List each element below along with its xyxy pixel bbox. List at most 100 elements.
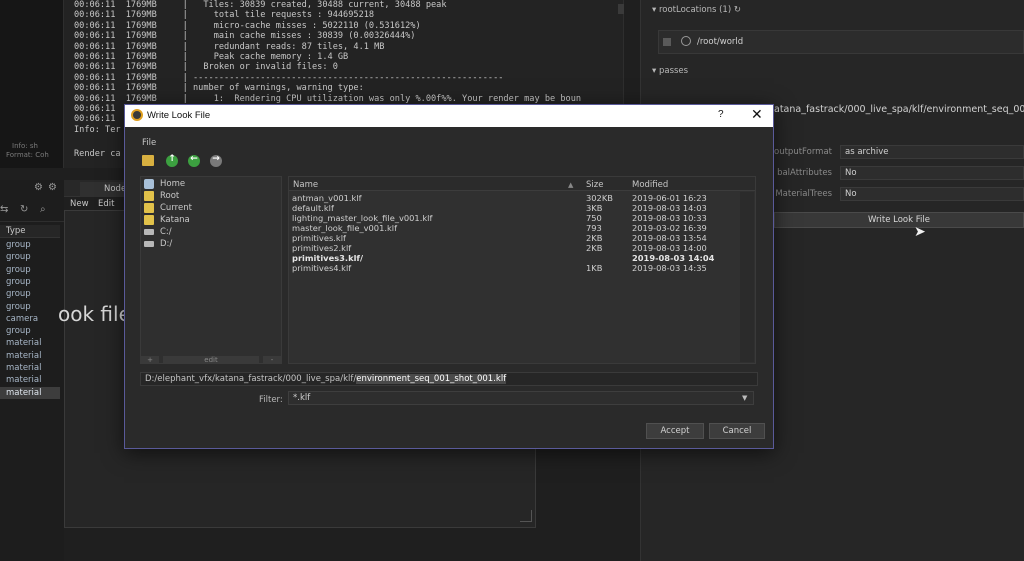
type-row[interactable]: group <box>0 264 60 276</box>
cancel-button[interactable]: Cancel <box>709 423 765 439</box>
file-row[interactable]: default.klf 3KB 2019-08-03 14:03 <box>292 203 752 213</box>
back-icon[interactable]: ← <box>188 154 200 167</box>
param-label: MaterialTrees <box>775 189 832 199</box>
settings-icon[interactable]: ⚙ <box>34 182 43 193</box>
file-list-header <box>289 177 755 191</box>
column-header-name[interactable]: Name <box>293 180 318 190</box>
place-item[interactable]: Root <box>144 190 264 202</box>
passes-label: passes <box>658 66 689 76</box>
file-modified: 2019-06-01 16:23 <box>632 193 707 203</box>
file-row[interactable]: antman_v001.klf 302KB 2019-06-01 16:23 <box>292 193 752 203</box>
log-info-line: Info: Ter <box>74 124 121 135</box>
column-header-modified[interactable]: Modified <box>632 180 668 190</box>
file-row[interactable]: master_look_file_v001.klf 793 2019-03-02 1… <box>292 223 752 233</box>
chevron-down-icon[interactable]: ▼ <box>742 394 747 402</box>
file-name: primitives2.klf <box>292 243 352 253</box>
type-row[interactable]: material <box>0 374 60 386</box>
log-line: 00:06:11 1769MB | Peak cache memory : 1.… <box>74 52 349 62</box>
forward-icon[interactable]: → <box>210 154 222 167</box>
rootlocations-header[interactable]: ▾ rootLocations (1) ↻ <box>652 4 1024 17</box>
place-item[interactable]: C:/ <box>144 226 264 238</box>
resize-handle[interactable] <box>520 510 532 522</box>
file-size: 2KB <box>586 243 603 253</box>
folder-icon <box>144 203 154 213</box>
drive-icon <box>144 229 154 235</box>
folder-icon <box>144 191 154 201</box>
rootlocation-value[interactable]: /root/world <box>697 37 743 47</box>
toolbar-icon-1[interactable]: ⇆ <box>0 204 8 215</box>
type-row[interactable]: group <box>0 276 60 288</box>
log-line: 00:06:11 1769MB | number of warnings, wa… <box>74 83 364 94</box>
up-directory-icon[interactable]: ↑ <box>166 154 178 167</box>
type-row[interactable]: group <box>0 251 60 263</box>
param-value-field[interactable]: No <box>840 187 1024 201</box>
menu-new[interactable]: New <box>70 199 89 209</box>
katana-logo-icon <box>131 109 143 121</box>
add-place-button[interactable]: + <box>141 356 159 364</box>
column-header-size[interactable]: Size <box>586 180 603 190</box>
refresh-icon[interactable]: ↻ <box>20 204 28 215</box>
collapse-icon[interactable]: ▾ <box>652 5 659 15</box>
sort-indicator-icon: ▲ <box>568 181 574 189</box>
file-section-label: File <box>142 138 157 148</box>
place-item[interactable]: D:/ <box>144 238 264 250</box>
file-name: default.klf <box>292 203 334 213</box>
search-icon[interactable]: ⌕ <box>40 204 46 215</box>
log-line: 00:06:11 1769MB | Broken or invalid file… <box>74 62 338 73</box>
place-label: Current <box>160 203 192 213</box>
refresh-icon[interactable]: ↻ <box>731 5 741 15</box>
file-row[interactable]: primitives2.klf 2KB 2019-08-03 14:00 <box>292 243 752 253</box>
file-modified: 2019-08-03 14:04 <box>632 253 715 263</box>
file-list-scrollbar[interactable] <box>740 192 754 362</box>
filename-path-prefix: D:/elephant_vfx/katana_fastrack/000_live… <box>145 374 357 384</box>
close-button[interactable]: ✕ <box>751 106 763 123</box>
param-value-field[interactable]: No <box>840 166 1024 180</box>
file-row[interactable]: primitives4.klf 1KB 2019-08-03 14:35 <box>292 263 752 273</box>
remove-icon[interactable] <box>681 36 691 46</box>
file-modified: 2019-08-03 14:03 <box>632 203 707 213</box>
file-row[interactable]: lighting_master_look_file_v001.klf 750 201… <box>292 213 752 223</box>
remove-place-button[interactable]: - <box>263 356 281 364</box>
viewer-format-caption: Format: Coh <box>6 151 49 159</box>
file-modified: 2019-08-03 13:54 <box>632 233 707 243</box>
type-row[interactable]: material <box>0 350 60 362</box>
place-item[interactable]: Katana <box>144 214 264 226</box>
file-row[interactable]: primitives3.klf/2019-08-03 14:04 <box>292 253 752 263</box>
param-value-field[interactable]: as archive <box>840 145 1024 159</box>
render-log-last-line: Render ca <box>74 149 121 159</box>
passes-header[interactable]: ▾ passes <box>652 66 688 76</box>
tab-node-graph[interactable]: Node <box>80 182 126 197</box>
place-item[interactable]: Current <box>144 202 264 214</box>
drag-handle-icon[interactable] <box>663 38 671 46</box>
place-label: Root <box>160 191 180 201</box>
filename-input[interactable]: D:/elephant_vfx/katana_fastrack/000_live… <box>140 372 758 386</box>
look-file-node-label[interactable]: ook file <box>58 302 131 326</box>
type-row[interactable]: group <box>0 288 60 300</box>
folder-icon <box>144 215 154 225</box>
place-item[interactable]: Home <box>144 178 264 190</box>
new-folder-icon[interactable] <box>142 155 154 166</box>
output-path-value[interactable]: atana_fastrack/000_live_spa/klf/environm… <box>774 104 1024 115</box>
type-row[interactable]: camera <box>0 313 60 325</box>
menu-edit[interactable]: Edit <box>98 199 114 209</box>
write-look-file-button[interactable]: Write Look File <box>774 212 1024 228</box>
terminal-scrollbar[interactable] <box>618 4 624 14</box>
accept-button[interactable]: Accept <box>646 423 704 439</box>
file-row[interactable]: primitives.klf 2KB 2019-08-03 13:54 <box>292 233 752 243</box>
param-label: outputFormat <box>774 147 832 157</box>
dialog-titlebar[interactable] <box>125 105 773 127</box>
file-name: primitives3.klf/ <box>292 253 364 263</box>
type-row[interactable]: material <box>0 386 60 399</box>
type-row[interactable]: group <box>0 325 60 337</box>
type-column-header[interactable]: Type <box>0 225 60 238</box>
type-row[interactable]: group <box>0 301 60 313</box>
drive-icon <box>144 241 154 247</box>
type-row[interactable]: group <box>0 239 60 251</box>
filter-dropdown[interactable]: *.klf <box>288 391 754 405</box>
edit-place-button[interactable]: edit <box>163 356 259 364</box>
type-row[interactable]: material <box>0 362 60 374</box>
close-icon[interactable]: ⚙ <box>48 182 57 193</box>
help-button[interactable]: ? <box>718 109 724 120</box>
type-row[interactable]: material <box>0 337 60 349</box>
collapse-icon[interactable]: ▾ <box>652 66 659 76</box>
